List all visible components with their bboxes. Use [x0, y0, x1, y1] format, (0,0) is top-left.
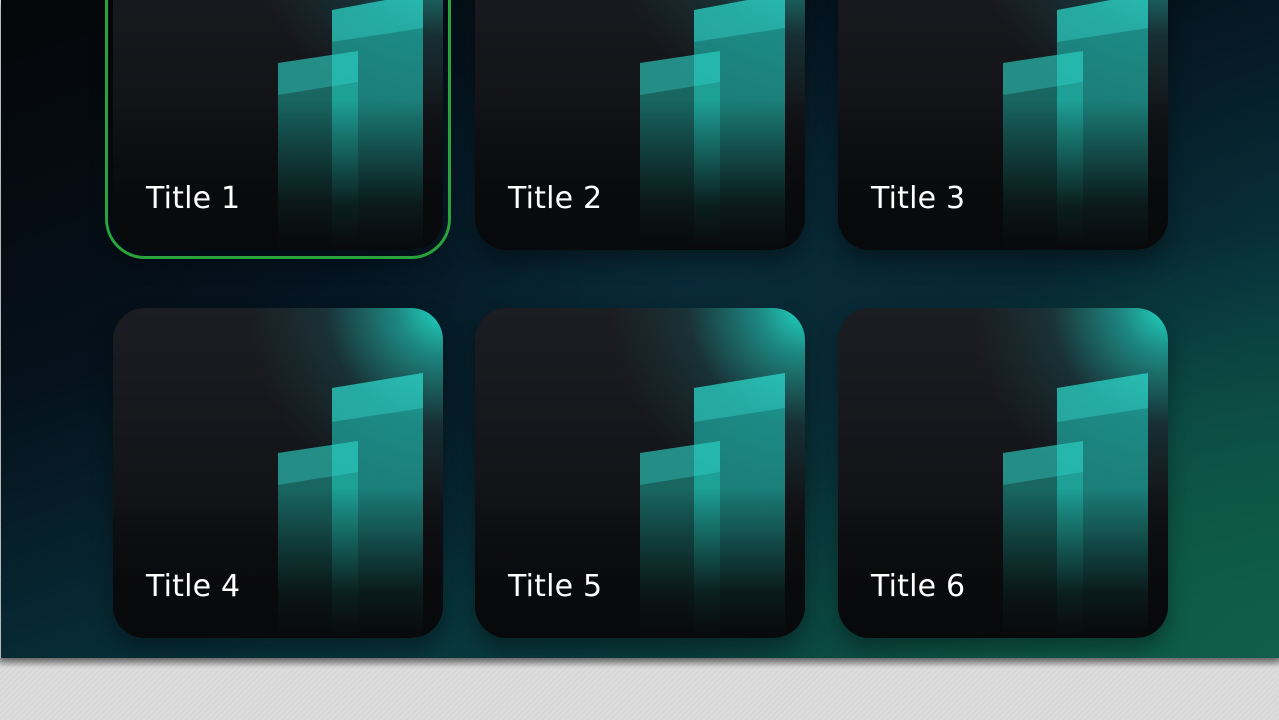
tile-4[interactable]: Title 4 [113, 308, 443, 638]
tile-title: Title 5 [508, 569, 603, 604]
tile-fade [113, 100, 443, 250]
tile-fade [475, 100, 805, 250]
tile-title: Title 1 [146, 181, 241, 216]
tile-title: Title 3 [871, 181, 966, 216]
tile-2[interactable]: Title 2 [475, 0, 805, 250]
tile-6[interactable]: Title 6 [838, 308, 1168, 638]
app-window: Title 1 Title 2 Title 3 Title 4 Title 5 … [1, 0, 1279, 658]
tile-title: Title 2 [508, 181, 603, 216]
tile-3[interactable]: Title 3 [838, 0, 1168, 250]
tile-5[interactable]: Title 5 [475, 308, 805, 638]
tile-title: Title 6 [871, 569, 966, 604]
tile-fade [838, 488, 1168, 638]
tile-title: Title 4 [146, 569, 241, 604]
tile-fade [113, 488, 443, 638]
window-bottom-shadow [0, 658, 1279, 668]
tile-1[interactable]: Title 1 [113, 0, 443, 250]
tile-fade [475, 488, 805, 638]
tile-fade [838, 100, 1168, 250]
